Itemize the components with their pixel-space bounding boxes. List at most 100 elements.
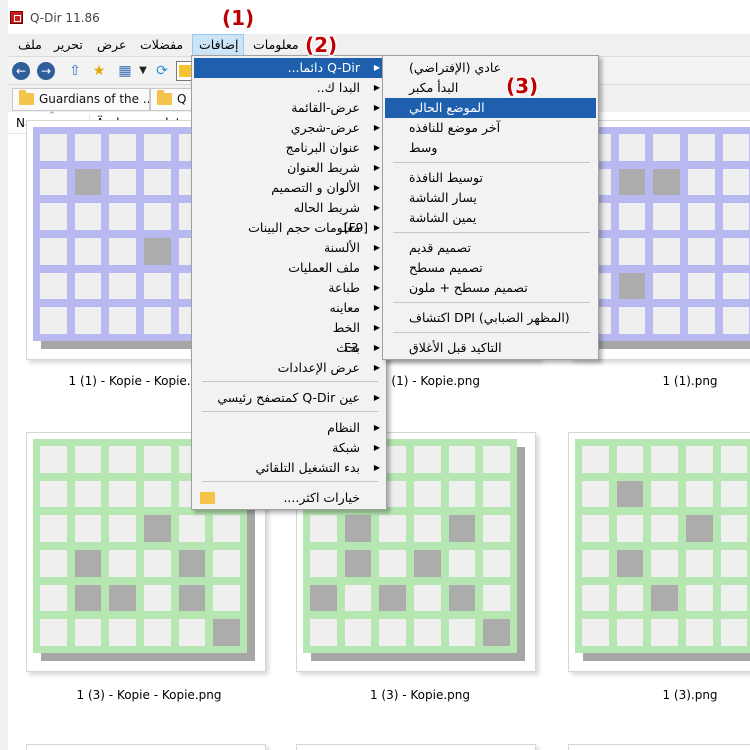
thumbnail-pixel bbox=[722, 307, 750, 334]
thumbnail-pixel bbox=[109, 237, 136, 265]
submenu-item[interactable]: تصميم مسطح + ملون bbox=[385, 278, 596, 298]
addons-menu-item[interactable]: طباعة ▶ bbox=[194, 278, 384, 298]
up-folder-icon[interactable]: ⇧ bbox=[66, 62, 84, 80]
tab-q[interactable]: Q bbox=[150, 88, 196, 111]
submenu-arrow-icon: ▶ bbox=[373, 203, 380, 212]
thumbnail-pixel bbox=[213, 549, 240, 577]
folder-icon bbox=[19, 90, 34, 105]
thumbnail-pixel bbox=[109, 272, 136, 300]
submenu-item[interactable]: وسط bbox=[385, 138, 596, 158]
menu-file[interactable]: ملف bbox=[12, 34, 48, 56]
submenu-item[interactable]: عادي (الإفتراضي) bbox=[385, 58, 596, 78]
file-name[interactable]: 1 (3) - Kopie - Kopie.png bbox=[19, 688, 279, 702]
submenu-item[interactable]: يسار الشاشة bbox=[385, 188, 596, 208]
addons-menu-item[interactable]: شريط العنوان ▶ bbox=[194, 158, 384, 178]
thumbnail-pixel bbox=[74, 237, 102, 265]
submenu-arrow-icon: ▶ bbox=[373, 283, 380, 292]
thumbnail-pixel bbox=[213, 515, 240, 542]
folder-icon bbox=[200, 492, 215, 504]
thumbnail-pixel bbox=[687, 168, 715, 196]
addons-menu-item[interactable]: ملف العمليات ▶ bbox=[194, 258, 384, 278]
addons-menu-item[interactable]: عرض-القائمة ▶ bbox=[194, 98, 384, 118]
file-thumbnail[interactable] bbox=[296, 744, 536, 750]
menu-item-label: الألوان و التصميم bbox=[271, 180, 360, 195]
addons-menu-item[interactable]: معلومات حجم البينات [F9] ▶ bbox=[194, 218, 384, 238]
menu-favorites[interactable]: مفضلات bbox=[134, 34, 189, 56]
file-name[interactable]: 1 (3).png bbox=[560, 688, 750, 702]
addons-menu-item[interactable]: البدا ك.. ▶ bbox=[194, 78, 384, 98]
submenu-item[interactable]: (المظهر الضبابي) DPI اكتشاف bbox=[385, 308, 596, 328]
menu-view[interactable]: عرض bbox=[91, 34, 132, 56]
thumbnail-pixel bbox=[40, 446, 67, 473]
submenu-item[interactable]: توسيط النافذة bbox=[385, 168, 596, 188]
submenu-item[interactable]: البدأ مكبر bbox=[385, 78, 596, 98]
new-folder-icon[interactable]: ★ bbox=[90, 62, 108, 80]
submenu-item[interactable]: تصميم قديم bbox=[385, 238, 596, 258]
file-thumbnail[interactable] bbox=[568, 432, 750, 672]
menu-item-label: عادي (الإفتراضي) bbox=[409, 60, 502, 75]
submenu-item[interactable]: تصميم مسطح bbox=[385, 258, 596, 278]
thumbnail-pixel bbox=[344, 549, 372, 577]
thumbnail-pixel bbox=[722, 203, 750, 230]
thumbnail-pixel bbox=[616, 619, 644, 646]
thumbnail-pixel bbox=[109, 515, 136, 542]
submenu-item[interactable]: الموضع الحالي bbox=[385, 98, 596, 118]
thumbnail-pixel bbox=[720, 446, 748, 473]
thumbnail-pixel bbox=[40, 619, 67, 646]
addons-menu-item[interactable]: خيارات اكثر.... bbox=[194, 488, 384, 508]
thumbnail-pixel bbox=[379, 549, 406, 577]
app-icon bbox=[10, 11, 23, 24]
file-thumbnail[interactable] bbox=[568, 744, 750, 750]
thumbnail-pixel bbox=[685, 480, 713, 508]
menu-item-label: عرض الإعدادات bbox=[277, 360, 360, 375]
thumbnail-pixel bbox=[344, 584, 372, 612]
addons-menu-item[interactable]: شريط الحاله ▶ bbox=[194, 198, 384, 218]
submenu-item[interactable]: التاكيد قبل الأغلاق bbox=[385, 338, 596, 358]
file-name[interactable]: 1 (1).png bbox=[560, 374, 750, 388]
tab-label: Q bbox=[177, 92, 187, 106]
submenu-item[interactable]: آخر موضع للنافذه bbox=[385, 118, 596, 138]
addons-menu-item[interactable]: الخط ▶ bbox=[194, 318, 384, 338]
menu-info[interactable]: معلومات bbox=[247, 34, 305, 56]
submenu-item[interactable]: يمين الشاشة bbox=[385, 208, 596, 228]
thumbnail-pixel bbox=[109, 134, 136, 161]
menu-edit[interactable]: تحرير bbox=[48, 34, 89, 56]
addons-menu-item[interactable]: شبكة ▶ bbox=[194, 438, 384, 458]
thumbnail-pixel bbox=[720, 584, 748, 612]
view-mode-icon[interactable]: ▦ bbox=[116, 62, 134, 80]
menu-item-label: وسط bbox=[409, 140, 438, 155]
addons-menu-item[interactable]: النظام ▶ bbox=[194, 418, 384, 438]
file-name[interactable]: 1 (3) - Kopie.png bbox=[290, 688, 550, 702]
addons-menu-item[interactable]: عرض-شجري ▶ bbox=[194, 118, 384, 138]
file-thumbnail[interactable] bbox=[26, 744, 266, 750]
view-dropdown-icon[interactable]: ▼ bbox=[134, 62, 152, 80]
thumbnail-pixel bbox=[616, 584, 644, 612]
thumbnail-pixel bbox=[720, 480, 748, 508]
addons-menu-item[interactable]: الألوان و التصميم ▶ bbox=[194, 178, 384, 198]
forward-icon[interactable]: → bbox=[37, 62, 55, 80]
addons-menu-item[interactable]: معاينه ▶ bbox=[194, 298, 384, 318]
thumbnail-pixel bbox=[651, 619, 678, 646]
addons-menu-item[interactable]: بحث F3 ▶ bbox=[194, 338, 384, 358]
addons-menu-item[interactable]: عين Q-Dir كمتصفح رئيسي ▶ bbox=[194, 388, 384, 408]
addons-menu-item[interactable]: Q-Dir دائما... ▶ bbox=[194, 58, 384, 78]
thumbnail-pixel bbox=[448, 549, 476, 577]
submenu-arrow-icon: ▶ bbox=[373, 463, 380, 472]
thumbnail-pixel bbox=[616, 480, 644, 508]
menu-addons[interactable]: إضافات bbox=[192, 34, 244, 56]
menu-item-label: البدأ مكبر bbox=[409, 80, 459, 95]
thumbnail-pixel bbox=[310, 584, 337, 612]
thumbnail-pixel bbox=[653, 168, 680, 196]
tab-guardians[interactable]: Guardians of the ... bbox=[12, 88, 150, 111]
addons-menu-item[interactable]: بدء التشغيل التلقائي ▶ bbox=[194, 458, 384, 478]
addons-menu-item[interactable]: عرض الإعدادات ▶ bbox=[194, 358, 384, 378]
addons-menu-item[interactable]: الألسنة ▶ bbox=[194, 238, 384, 258]
thumbnail-pixel bbox=[413, 446, 441, 473]
thumbnail-pixel bbox=[722, 168, 750, 196]
back-icon[interactable]: ← bbox=[12, 62, 30, 80]
thumbnail-pixel bbox=[413, 515, 441, 542]
thumbnail-pixel bbox=[40, 307, 67, 334]
addons-menu-item[interactable]: عنوان البرنامج ▶ bbox=[194, 138, 384, 158]
thumbnail-pixel bbox=[143, 272, 171, 300]
refresh-icon[interactable]: ⟳ bbox=[153, 62, 171, 80]
